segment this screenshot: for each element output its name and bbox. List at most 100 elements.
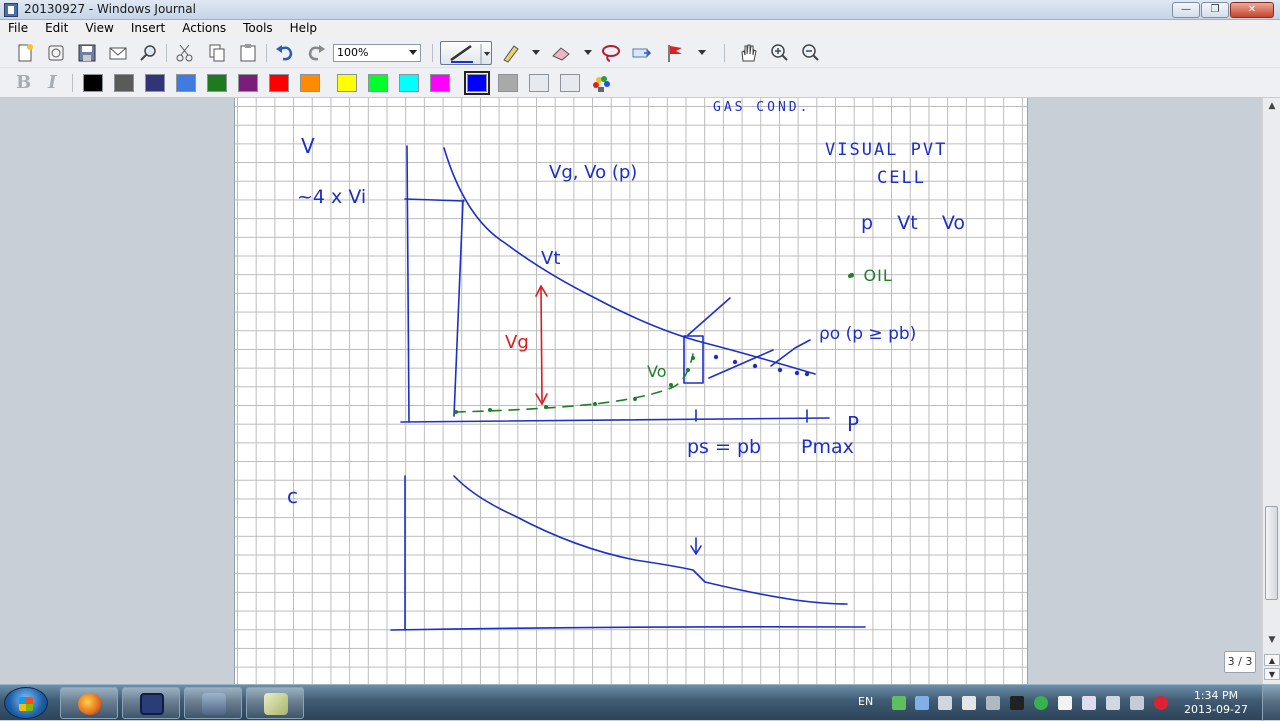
color-swatch[interactable] bbox=[114, 74, 134, 92]
start-button[interactable] bbox=[4, 687, 48, 719]
journal-page[interactable]: GAS COND. V ~4 x Vi Vg, Vo (p) Vt Vg Vo … bbox=[234, 98, 1028, 684]
ps-pb-label: ps = pb bbox=[687, 436, 762, 458]
p-vt-vo-label: p Vt Vo bbox=[861, 212, 965, 234]
maximize-button[interactable]: ❐ bbox=[1201, 2, 1229, 18]
undo-icon[interactable] bbox=[274, 43, 296, 63]
zoom-in-icon[interactable] bbox=[768, 43, 790, 63]
vertical-scrollbar[interactable]: ▲ ▼ ▲ ▼ bbox=[1262, 98, 1280, 684]
tray-display-icon[interactable] bbox=[986, 696, 1000, 710]
vi-label: ~4 x Vi bbox=[297, 186, 367, 208]
color-swatch[interactable] bbox=[464, 71, 490, 95]
color-swatch[interactable] bbox=[498, 74, 518, 92]
oil-label: • OIL bbox=[847, 266, 893, 285]
menu-help[interactable]: Help bbox=[282, 20, 326, 38]
color-swatch[interactable] bbox=[145, 74, 165, 92]
vg-vo-label: Vg, Vo (p) bbox=[549, 162, 638, 183]
axis-p-label: P bbox=[847, 412, 860, 436]
vg-label: Vg bbox=[505, 332, 529, 353]
paste-icon[interactable] bbox=[237, 43, 259, 63]
color-swatch[interactable] bbox=[176, 74, 196, 92]
bold-button[interactable]: B bbox=[16, 72, 31, 93]
c-label: c bbox=[287, 484, 298, 508]
tray-sync-icon[interactable] bbox=[915, 696, 929, 710]
chevron-down-icon bbox=[409, 50, 417, 55]
tray-check-icon[interactable] bbox=[1034, 696, 1048, 710]
open-icon[interactable] bbox=[45, 43, 67, 63]
color-swatch[interactable] bbox=[368, 74, 388, 92]
window-title: 20130927 - Windows Journal bbox=[24, 2, 196, 16]
highlighter-icon[interactable] bbox=[500, 43, 522, 63]
hand-pan-icon[interactable] bbox=[737, 43, 759, 63]
cut-icon[interactable] bbox=[174, 43, 196, 63]
color-palette-icon[interactable] bbox=[590, 73, 612, 93]
scroll-thumb[interactable] bbox=[1265, 506, 1278, 600]
italic-button[interactable]: I bbox=[48, 72, 56, 93]
tray-clipboard-icon[interactable] bbox=[1058, 696, 1072, 710]
redo-icon[interactable] bbox=[305, 43, 327, 63]
previous-page-icon[interactable]: ▲ bbox=[1264, 654, 1280, 666]
minimize-button[interactable]: — bbox=[1172, 2, 1200, 18]
next-page-icon[interactable]: ▼ bbox=[1264, 668, 1280, 680]
menu-tools[interactable]: Tools bbox=[235, 20, 282, 38]
tray-flag-icon[interactable] bbox=[1082, 696, 1096, 710]
menu-view[interactable]: View bbox=[77, 20, 122, 38]
tray-network-bars-icon[interactable] bbox=[1130, 696, 1144, 710]
show-desktop-button[interactable] bbox=[1262, 685, 1280, 721]
color-swatch[interactable] bbox=[300, 74, 320, 92]
insert-space-icon[interactable] bbox=[630, 43, 652, 63]
standard-toolbar: 100% bbox=[0, 38, 1280, 68]
pen-tool-button[interactable] bbox=[440, 41, 492, 65]
scroll-up-icon[interactable]: ▲ bbox=[1264, 98, 1280, 114]
color-swatch[interactable] bbox=[238, 74, 258, 92]
color-swatch[interactable] bbox=[269, 74, 289, 92]
visual-pvt-label: VISUAL PVT bbox=[825, 140, 948, 160]
save-icon[interactable] bbox=[76, 43, 98, 63]
pc-icon[interactable] bbox=[184, 687, 242, 719]
note-gas-cond: GAS COND. bbox=[713, 100, 811, 115]
menu-file[interactable]: File bbox=[0, 20, 37, 38]
menu-bar: File Edit View Insert Actions Tools Help bbox=[0, 20, 1280, 38]
copy-icon[interactable] bbox=[206, 43, 228, 63]
email-icon[interactable] bbox=[107, 43, 129, 63]
tray-power-icon[interactable] bbox=[1106, 696, 1120, 710]
rho-label: ρo (p ≥ pb) bbox=[819, 324, 917, 344]
color-swatch[interactable] bbox=[399, 74, 419, 92]
color-swatch[interactable] bbox=[337, 74, 357, 92]
flag-icon[interactable] bbox=[664, 43, 686, 63]
scroll-down-icon[interactable]: ▼ bbox=[1264, 632, 1280, 648]
page-indicator: 3 / 3 bbox=[1224, 651, 1256, 673]
color-swatch[interactable] bbox=[430, 74, 450, 92]
firefox-icon[interactable] bbox=[60, 687, 118, 719]
clock-date: 2013-09-27 bbox=[1184, 703, 1248, 716]
color-swatch[interactable] bbox=[207, 74, 227, 92]
menu-edit[interactable]: Edit bbox=[37, 20, 77, 38]
taskbar-clock[interactable]: 1:34 PM 2013-09-27 bbox=[1184, 689, 1248, 717]
tray-disk-icon[interactable] bbox=[938, 696, 952, 710]
find-icon[interactable] bbox=[138, 43, 160, 63]
eraser-icon[interactable] bbox=[550, 43, 572, 63]
canvas-area: GAS COND. V ~4 x Vi Vg, Vo (p) Vt Vg Vo … bbox=[0, 98, 1262, 684]
taskbar: EN 1:34 PM 2013-09-27 bbox=[0, 684, 1280, 721]
zoom-out-icon[interactable] bbox=[799, 43, 821, 63]
vo-label: Vo bbox=[647, 362, 667, 381]
menu-actions[interactable]: Actions bbox=[174, 20, 235, 38]
close-button[interactable]: ✕ bbox=[1230, 2, 1274, 18]
cell-label: CELL bbox=[877, 168, 926, 188]
clock-time: 1:34 PM bbox=[1193, 689, 1239, 702]
format-toolbar: B I bbox=[0, 68, 1280, 98]
lasso-icon[interactable] bbox=[600, 43, 622, 63]
tray-monitor-icon[interactable] bbox=[1010, 696, 1024, 710]
language-indicator[interactable]: EN bbox=[858, 695, 873, 708]
menu-insert[interactable]: Insert bbox=[123, 20, 174, 38]
notes-icon[interactable] bbox=[246, 687, 304, 719]
new-note-icon[interactable] bbox=[14, 43, 36, 63]
color-swatch[interactable] bbox=[83, 74, 103, 92]
tray-volume-icon[interactable] bbox=[1154, 696, 1168, 710]
tray-doc-icon[interactable] bbox=[962, 696, 976, 710]
floppy-icon[interactable] bbox=[122, 687, 180, 719]
color-swatch[interactable] bbox=[560, 74, 580, 92]
window-controls: — ❐ ✕ bbox=[1172, 2, 1274, 18]
zoom-select[interactable]: 100% bbox=[333, 44, 421, 62]
tray-network-icon[interactable] bbox=[892, 696, 906, 710]
color-swatch[interactable] bbox=[529, 74, 549, 92]
